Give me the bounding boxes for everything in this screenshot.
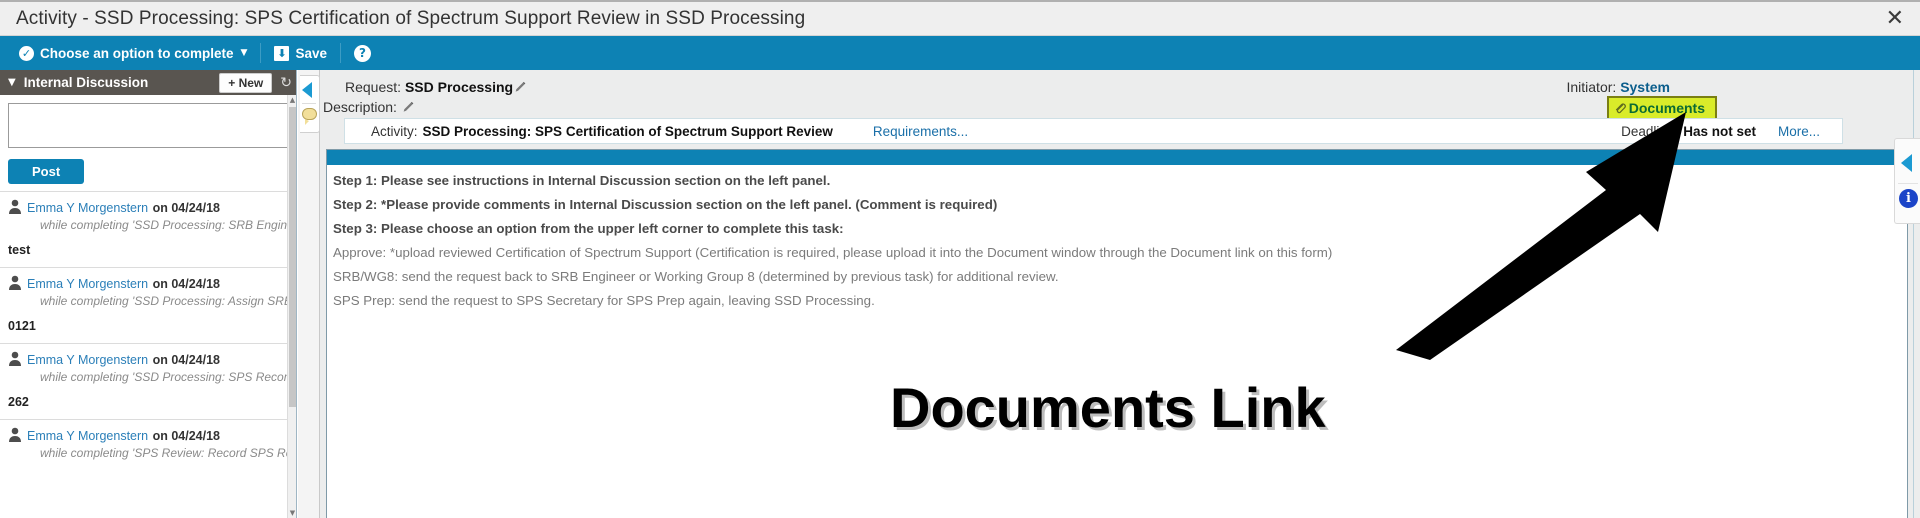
initiator-value: System <box>1620 79 1670 95</box>
pencil-icon[interactable] <box>514 81 527 94</box>
info-icon[interactable]: i <box>1899 189 1918 208</box>
comment-date: on 04/24/18 <box>152 201 220 215</box>
comment-header: Emma Y Morgenstern on 04/24/18 <box>8 351 288 369</box>
more-link[interactable]: More... <box>1778 124 1820 139</box>
check-circle-icon: ✓ <box>19 45 34 61</box>
comment-header: Emma Y Morgenstern on 04/24/18 <box>8 275 288 293</box>
scroll-down-arrow[interactable]: ▼ <box>288 508 297 518</box>
rail-divider <box>1898 183 1918 184</box>
person-icon <box>9 351 21 366</box>
description-row: Description: <box>323 99 415 115</box>
internal-discussion-title: Internal Discussion <box>23 75 149 90</box>
internal-discussion-panel: ▼ Internal Discussion + New ↻ Post Emma … <box>0 70 297 518</box>
arrow-up-right-icon <box>1396 112 1686 360</box>
sidebar-scrollbar[interactable]: ▲ ▼ <box>287 95 296 518</box>
save-disk-icon: ⬇ <box>274 45 290 61</box>
activity-value: SSD Processing: SPS Certification of Spe… <box>422 123 833 139</box>
scroll-up-arrow[interactable]: ▲ <box>288 95 297 105</box>
comment-context: while completing 'SSD Processing: Assign… <box>40 294 288 308</box>
list-item[interactable]: Emma Y Morgenstern on 04/24/18 while com… <box>0 419 296 481</box>
speech-bubble-icon[interactable] <box>302 108 317 125</box>
toolbar-divider <box>260 43 262 63</box>
save-button[interactable]: ⬇ Save <box>264 36 337 70</box>
save-label: Save <box>295 45 327 61</box>
scroll-thumb[interactable] <box>289 107 296 407</box>
comment-list: Emma Y Morgenstern on 04/24/18 while com… <box>0 191 296 481</box>
list-item[interactable]: Emma Y Morgenstern on 04/24/18 while com… <box>0 267 296 343</box>
refresh-icon[interactable]: ↻ <box>280 75 292 91</box>
comment-date: on 04/24/18 <box>152 429 220 443</box>
rail-divider <box>302 103 316 104</box>
request-value: SSD Processing <box>404 79 514 95</box>
toolbar-divider <box>339 43 341 63</box>
person-icon <box>9 199 21 214</box>
choose-option-to-complete-button[interactable]: ✓ Choose an option to complete ▼ <box>9 36 257 70</box>
post-button[interactable]: Post <box>8 159 85 184</box>
comment-body: test <box>8 243 31 257</box>
right-collapse-rail: i <box>1894 138 1920 224</box>
chevron-down-icon[interactable]: ▼ <box>8 77 16 88</box>
initiator-label: Initiator: <box>1566 79 1617 95</box>
internal-discussion-header: ▼ Internal Discussion + New ↻ <box>0 70 296 95</box>
deadline-value: Has not set <box>1683 123 1756 139</box>
comment-body: 0121 <box>8 319 36 333</box>
triangle-left-icon[interactable] <box>302 82 312 98</box>
main-toolbar: ✓ Choose an option to complete ▼ ⬇ Save … <box>0 36 1920 70</box>
panel-collapse-rail <box>298 70 320 518</box>
description-label: Description: <box>323 99 397 115</box>
request-label: Request: <box>345 79 402 95</box>
request-row: Request: SSD Processing <box>345 79 527 95</box>
comment-header: Emma Y Morgenstern on 04/24/18 <box>8 199 288 217</box>
comment-author[interactable]: Emma Y Morgenstern <box>27 353 148 367</box>
comment-context: while completing 'SSD Processing: SRB En… <box>40 218 288 232</box>
comment-compose-area <box>0 95 296 153</box>
comment-author[interactable]: Emma Y Morgenstern <box>27 201 148 215</box>
close-icon[interactable]: ✕ <box>1886 7 1904 30</box>
requirements-link[interactable]: Requirements... <box>873 124 968 139</box>
annotation-label: Documents Link <box>890 376 1326 439</box>
triangle-left-icon[interactable] <box>1901 154 1912 172</box>
comment-body: 262 <box>8 395 29 409</box>
initiator-row: Initiator: System <box>1566 79 1670 95</box>
window-titlebar: Activity - SSD Processing: SPS Certifica… <box>0 0 1920 36</box>
comment-header: Emma Y Morgenstern on 04/24/18 <box>8 427 288 445</box>
person-icon <box>9 275 21 290</box>
list-item[interactable]: Emma Y Morgenstern on 04/24/18 while com… <box>0 191 296 267</box>
pencil-icon[interactable] <box>402 101 415 114</box>
help-question-icon: ? <box>353 44 371 62</box>
comment-context: while completing 'SSD Processing: SPS Re… <box>40 370 288 384</box>
new-comment-button[interactable]: + New <box>219 72 273 93</box>
comment-date: on 04/24/18 <box>152 277 220 291</box>
comment-context: while completing 'SPS Review: Record SPS… <box>40 446 288 460</box>
person-icon <box>9 427 21 442</box>
caret-down-icon: ▼ <box>240 48 248 58</box>
list-item[interactable]: Emma Y Morgenstern on 04/24/18 while com… <box>0 343 296 419</box>
activity-label: Activity: <box>371 123 418 139</box>
help-button[interactable]: ? <box>344 36 381 70</box>
comment-author[interactable]: Emma Y Morgenstern <box>27 429 148 443</box>
comment-input[interactable] <box>8 103 289 148</box>
page-title: Activity - SSD Processing: SPS Certifica… <box>16 7 806 29</box>
choose-option-label: Choose an option to complete <box>40 45 234 61</box>
comment-date: on 04/24/18 <box>152 353 220 367</box>
comment-author[interactable]: Emma Y Morgenstern <box>27 277 148 291</box>
